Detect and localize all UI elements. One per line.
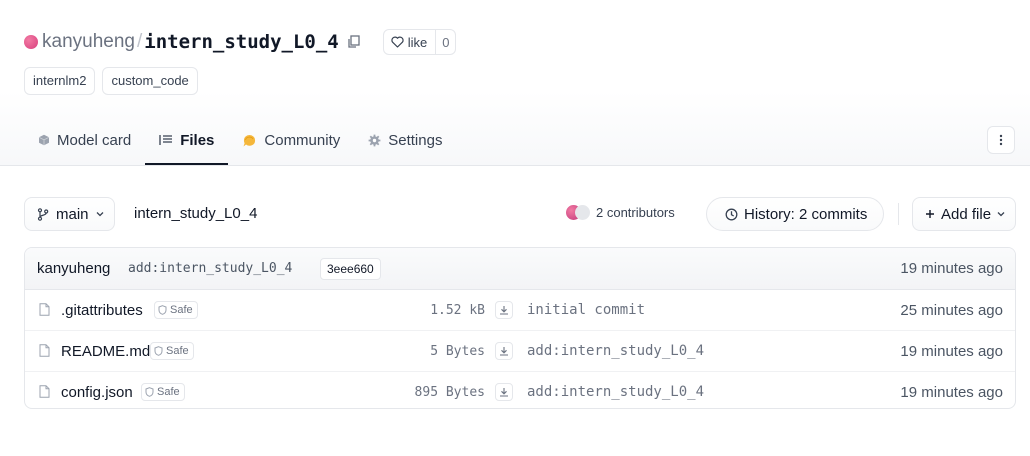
commit-author[interactable]: kanyuheng: [37, 260, 110, 277]
clock-icon: [725, 208, 738, 220]
avatar: [575, 205, 590, 220]
like-count: 0: [442, 34, 450, 50]
safe-label: Safe: [170, 304, 193, 316]
commit-hash[interactable]: 3eee660: [320, 257, 381, 280]
owner-link[interactable]: kanyuheng: [42, 31, 135, 53]
file-commit-time: 19 minutes ago: [900, 342, 1003, 360]
heart-icon: [391, 36, 404, 48]
file-name[interactable]: .gitattributes: [61, 302, 143, 319]
tag-list: internlm2 custom_code: [24, 67, 198, 95]
copy-icon[interactable]: [347, 35, 361, 49]
tab-files[interactable]: Files: [145, 124, 229, 165]
download-icon: [500, 347, 508, 356]
branch-selector[interactable]: main: [24, 197, 115, 231]
chevron-down-icon: [997, 212, 1005, 217]
download-icon: [500, 388, 508, 397]
file-name[interactable]: config.json: [61, 384, 133, 401]
gear-icon: [368, 134, 381, 147]
download-button[interactable]: [495, 383, 513, 401]
add-file-button[interactable]: Add file: [912, 197, 1016, 231]
repo-name[interactable]: intern_study_L0_4: [144, 31, 338, 53]
repo-tabs: Model card Files Community Settings: [24, 124, 456, 165]
tab-label: Model card: [57, 132, 132, 149]
cube-icon: [38, 134, 50, 146]
contributors-count: 2 contributors: [596, 205, 675, 220]
tab-settings[interactable]: Settings: [354, 124, 456, 165]
safe-label: Safe: [157, 386, 180, 398]
file-icon: [39, 385, 50, 398]
download-button[interactable]: [495, 342, 513, 360]
tab-label: Settings: [388, 132, 443, 149]
safe-badge[interactable]: Safe: [141, 383, 185, 401]
download-icon: [500, 306, 508, 315]
safe-label: Safe: [166, 345, 189, 357]
file-table: kanyuheng add:intern_study_L0_4 3eee660 …: [24, 247, 1016, 409]
file-commit-message[interactable]: add:intern_study_L0_4: [527, 343, 704, 359]
history-button[interactable]: History: 2 commits: [706, 197, 885, 231]
more-options-button[interactable]: [987, 126, 1015, 154]
title-row: kanyuheng / intern_study_L0_4 like 0: [24, 28, 457, 56]
tab-label: Files: [180, 132, 215, 149]
vertical-dots-icon: [999, 134, 1003, 146]
like-button[interactable]: like 0: [382, 29, 457, 55]
branch-name: main: [56, 205, 89, 223]
file-commit-time: 19 minutes ago: [900, 383, 1003, 401]
like-label-wrap: like: [384, 30, 437, 54]
file-commit-time: 25 minutes ago: [900, 301, 1003, 319]
like-label: like: [407, 34, 428, 50]
branch-icon: [37, 207, 49, 221]
file-commit-message[interactable]: initial commit: [527, 302, 645, 318]
files-icon: [159, 135, 173, 145]
contributors-link[interactable]: 2 contributors: [566, 205, 675, 220]
tab-community[interactable]: Community: [228, 124, 354, 165]
table-row[interactable]: config.json Safe 895 Bytes add:intern_st…: [25, 372, 1015, 408]
commit-message[interactable]: add:intern_study_L0_4: [128, 261, 292, 276]
file-size: 5 Bytes: [430, 343, 485, 359]
table-row[interactable]: README.md Safe 5 Bytes add:intern_study_…: [25, 331, 1015, 372]
file-size: 895 Bytes: [414, 384, 485, 400]
last-commit-row: kanyuheng add:intern_study_L0_4 3eee660 …: [25, 248, 1015, 290]
community-icon: [243, 135, 256, 147]
chevron-down-icon: [96, 212, 103, 217]
tag-custom-code[interactable]: custom_code: [102, 67, 198, 95]
file-commit-message[interactable]: add:intern_study_L0_4: [527, 384, 704, 400]
file-name[interactable]: README.md: [61, 343, 150, 360]
file-icon: [39, 344, 50, 357]
history-label: History: 2 commits: [744, 205, 868, 223]
file-size: 1.52 kB: [430, 302, 485, 318]
tag-internlm2[interactable]: internlm2: [24, 67, 96, 95]
safe-badge[interactable]: Safe: [150, 342, 194, 360]
shield-icon: [154, 346, 163, 356]
owner-avatar[interactable]: [24, 35, 38, 49]
add-file-label: Add file: [941, 205, 992, 223]
tab-label: Community: [264, 132, 341, 149]
download-button[interactable]: [495, 301, 513, 319]
shield-icon: [158, 305, 167, 315]
table-row[interactable]: .gitattributes Safe 1.52 kB initial comm…: [25, 290, 1015, 331]
toolbar-divider: [898, 203, 899, 225]
current-path[interactable]: intern_study_L0_4: [134, 205, 257, 222]
commit-time: 19 minutes ago: [900, 260, 1003, 277]
file-icon: [39, 303, 50, 316]
repo-header: kanyuheng / intern_study_L0_4 like 0 int…: [0, 0, 1030, 166]
tab-model-card[interactable]: Model card: [24, 124, 145, 165]
path-separator: /: [136, 31, 143, 52]
shield-icon: [145, 387, 154, 397]
plus-icon: [926, 210, 934, 218]
contributor-avatars: [566, 205, 590, 220]
safe-badge[interactable]: Safe: [154, 301, 198, 319]
